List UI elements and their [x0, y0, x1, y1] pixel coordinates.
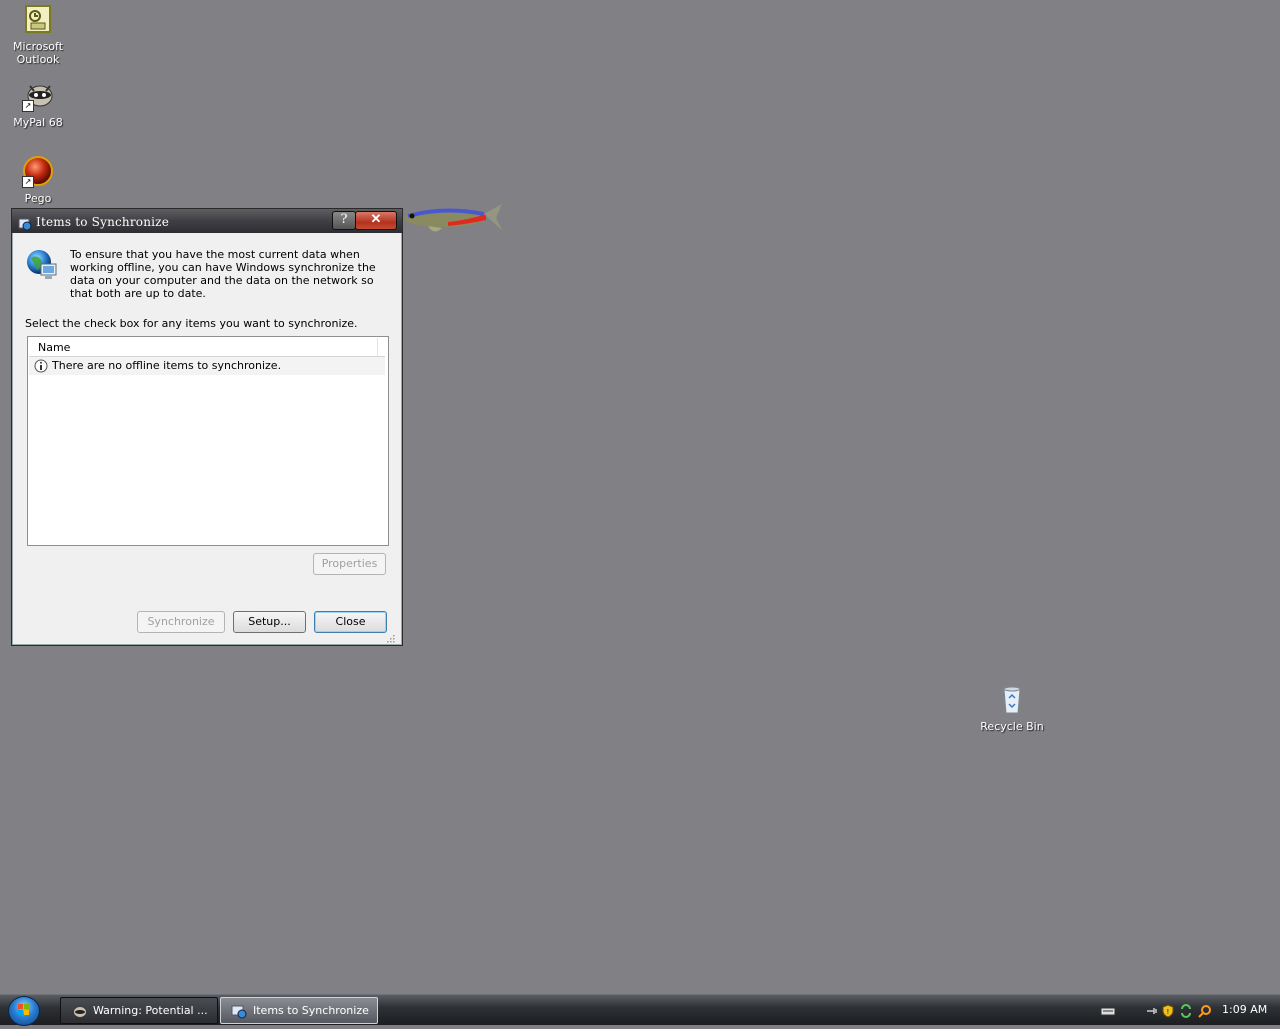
search-icon[interactable] — [1198, 1003, 1212, 1018]
resize-grip-icon[interactable] — [385, 628, 395, 643]
sync-center-icon[interactable] — [1179, 1003, 1193, 1018]
dialog-title: Items to Synchronize — [36, 215, 170, 229]
close-button[interactable]: Close — [314, 611, 387, 633]
desktop-icon-mypal[interactable]: ↗ MyPal 68 — [0, 80, 76, 129]
outlook-icon — [22, 4, 54, 36]
items-to-synchronize-dialog: Items to Synchronize ? ✕ To ensure that … — [11, 208, 403, 646]
column-header-label: Name — [38, 341, 71, 354]
close-icon: ✕ — [370, 212, 382, 227]
sync-app-icon — [231, 1003, 247, 1019]
synchronize-button[interactable]: Synchronize — [137, 611, 225, 633]
fish-icon[interactable] — [398, 198, 506, 240]
security-shield-icon[interactable]: ! — [1161, 1003, 1175, 1018]
mypal-raccoon-icon: ↗ — [22, 80, 54, 112]
windows-logo-icon — [18, 1004, 29, 1015]
desktop-icon-outlook[interactable]: Microsoft Outlook — [0, 4, 76, 66]
column-divider — [377, 338, 378, 356]
desktop-icon-label: Microsoft — [12, 40, 64, 53]
taskbar: Warning: Potential ... Items to Synchron… — [0, 994, 1280, 1026]
desktop-icon-label: Outlook — [16, 53, 60, 66]
desktop-icon-recycle-bin[interactable]: Recycle Bin — [974, 684, 1050, 733]
start-button[interactable] — [8, 996, 40, 1026]
instruction-text: Select the check box for any items you w… — [25, 317, 358, 330]
desktop-icon-label: MyPal 68 — [13, 116, 63, 129]
setup-button[interactable]: Setup... — [233, 611, 306, 633]
properties-button[interactable]: Properties — [313, 553, 386, 575]
svg-text:!: ! — [1167, 1008, 1170, 1016]
taskbar-item-warning[interactable]: Warning: Potential ... — [60, 997, 218, 1024]
dialog-titlebar[interactable]: Items to Synchronize ? ✕ — [12, 209, 402, 233]
help-button[interactable]: ? — [332, 211, 356, 230]
shortcut-arrow-icon: ↗ — [22, 100, 34, 112]
taskbar-item-items-to-synchronize[interactable]: Items to Synchronize — [220, 997, 378, 1024]
mypal-raccoon-icon — [71, 1003, 87, 1017]
sync-app-icon — [18, 214, 32, 231]
taskbar-item-label: Items to Synchronize — [253, 1004, 369, 1017]
desktop: Microsoft Outlook ↗ MyPal 68 ↗ Pego Recy… — [0, 0, 1280, 994]
close-window-button[interactable]: ✕ — [355, 211, 397, 230]
taskbar-item-label: Warning: Potential ... — [93, 1004, 208, 1017]
desktop-icon-label: Recycle Bin — [980, 720, 1044, 733]
intro-text: To ensure that you have the most current… — [70, 248, 376, 300]
column-header-name[interactable]: Name — [29, 338, 385, 357]
clock[interactable]: 1:09 AM — [1222, 995, 1267, 1025]
help-icon: ? — [340, 212, 348, 227]
recycle-bin-icon — [996, 684, 1028, 716]
desktop-icon-pego[interactable]: ↗ Pego — [0, 156, 76, 205]
list-item[interactable]: There are no offline items to synchroniz… — [29, 357, 385, 375]
dialog-body: To ensure that you have the most current… — [15, 236, 397, 643]
globe-computer-icon — [25, 248, 59, 282]
sync-items-list[interactable]: Name There are no offline items to synch… — [27, 336, 389, 546]
network-plug-icon[interactable] — [1146, 1003, 1160, 1017]
shortcut-arrow-icon: ↗ — [22, 176, 34, 188]
keyboard-icon[interactable] — [1100, 1003, 1116, 1017]
list-item-text: There are no offline items to synchroniz… — [52, 359, 282, 372]
pego-ball-icon: ↗ — [22, 156, 54, 188]
desktop-icon-label: Pego — [24, 192, 52, 205]
info-icon — [34, 359, 48, 373]
